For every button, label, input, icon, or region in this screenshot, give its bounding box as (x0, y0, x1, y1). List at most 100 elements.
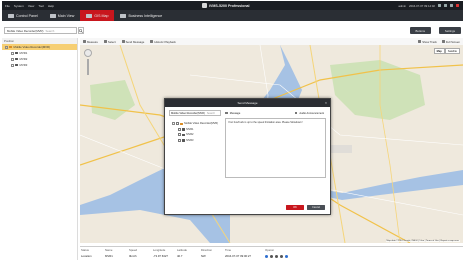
tree-item-mvr3[interactable]: MVR3 (2, 62, 77, 68)
map-toolbar: Measure Select Send Message Historic Pla… (80, 38, 463, 45)
select-tool[interactable]: Select (103, 39, 116, 44)
dialog-body: Mobile Video Recorder(MVR) Search Mobile… (169, 110, 326, 201)
col-direction: Direction (201, 248, 213, 252)
zoom-slider[interactable] (87, 59, 89, 75)
expand-icon[interactable] (11, 51, 14, 55)
live-view-icon[interactable] (270, 254, 273, 258)
menu-help[interactable]: Help (48, 4, 54, 8)
map-pin-icon (86, 13, 93, 18)
checkbox[interactable] (294, 111, 298, 115)
tab-main-view[interactable]: Main View (44, 10, 81, 21)
cell-speed: 0km/h (129, 254, 137, 258)
send-message-tool[interactable]: Send Message (121, 39, 145, 44)
vehicle-icon (181, 133, 185, 136)
tree-label: MVR1 (186, 127, 194, 131)
tab-label: GIS Map (94, 13, 109, 18)
search-button[interactable] (78, 27, 84, 34)
cell-time: 2016-07-07 09:00:27 (225, 254, 251, 258)
col-time: Time (225, 248, 232, 252)
collapse-icon[interactable] (5, 45, 8, 49)
audio-announcement-option[interactable]: Audio Announcement (294, 111, 324, 115)
expand-icon[interactable] (11, 57, 14, 61)
folder-icon (179, 122, 183, 125)
message-icon[interactable] (280, 254, 283, 258)
message-icon (121, 40, 125, 43)
map-type-map[interactable]: Map (433, 48, 445, 54)
device-tree-panel: Position Mobile Video Recorder(MVR) MVR1… (2, 38, 78, 260)
checkbox[interactable] (178, 127, 181, 131)
checkbox[interactable] (178, 133, 181, 137)
message-type-options: Message Audio Announcement (225, 110, 326, 116)
menu-tool[interactable]: Tool (38, 4, 44, 8)
dialog-device-combo[interactable]: Mobile Video Recorder(MVR) Search (169, 110, 221, 116)
tab-gis-map[interactable]: GIS Map (80, 10, 115, 21)
tool-label: Send Message (125, 39, 145, 44)
dialog-title-bar: Send Message × (165, 99, 330, 107)
full-screen-button[interactable]: Full Screen (441, 40, 460, 44)
tab-control-panel[interactable]: Control Panel (2, 10, 44, 21)
dialog-tree-mvr3[interactable]: MVR3 (169, 138, 221, 144)
message-option[interactable]: Message (225, 112, 240, 115)
collapse-icon[interactable] (172, 122, 175, 126)
close-icon[interactable] (456, 4, 459, 7)
playback-icon[interactable] (275, 254, 278, 258)
device-type-combo[interactable]: Mobile Video Recorder(MVR) Search (4, 27, 77, 34)
app-title-text: iVMS-5200 Professional (209, 3, 250, 8)
dialog-title: Send Message (237, 101, 258, 105)
tab-label: Control Panel (16, 13, 38, 18)
cell-operations (264, 254, 288, 258)
menu-bar: File System View Tool Help (5, 4, 54, 8)
grid-icon (8, 13, 14, 18)
dialog-close-icon[interactable]: × (325, 101, 327, 106)
tool-label: Measure (87, 39, 98, 44)
historic-playback-tool[interactable]: Historic Playback (150, 40, 176, 44)
show-track-toggle[interactable]: Show Track (418, 40, 437, 44)
checkbox[interactable] (225, 111, 228, 115)
tab-business-intelligence[interactable]: Business Intelligence (114, 10, 168, 21)
expand-icon[interactable] (11, 63, 14, 67)
tree-label: MVR3 (19, 63, 28, 67)
tab-label: Main View (57, 13, 75, 18)
vehicle-icon (15, 57, 18, 61)
menu-file[interactable]: File (5, 4, 10, 8)
tool-label: Select (107, 39, 116, 44)
cancel-button[interactable]: Cancel (307, 204, 325, 210)
vehicle-icon (15, 63, 18, 67)
cell-latitude: 40.7 (177, 254, 183, 258)
col-status: Status (81, 248, 89, 252)
menu-view[interactable]: View (28, 4, 34, 8)
history-icon (150, 40, 154, 43)
search-placeholder: Search (45, 28, 55, 33)
measure-tool[interactable]: Measure (83, 40, 98, 44)
settings-button[interactable]: Settings (438, 27, 461, 34)
module-tabs: Control Panel Main View GIS Map Business… (2, 10, 463, 21)
maximize-icon[interactable] (450, 4, 453, 7)
menu-system[interactable]: System (14, 4, 24, 8)
checkbox[interactable] (176, 122, 179, 126)
tree-label: Mobile Video Recorder(MVR) (184, 122, 219, 126)
user-name[interactable]: admin (398, 4, 406, 8)
checkbox[interactable] (178, 138, 181, 142)
camera-icon (49, 13, 56, 18)
tree-label: MVR2 (186, 133, 194, 137)
track-icon[interactable] (285, 254, 288, 258)
buttons-button[interactable]: Buttons (409, 27, 431, 34)
vehicle-status-table: Status Name Speed Longitude Latitude Dir… (80, 246, 463, 260)
track-icon (418, 40, 422, 43)
tab-label: Business Intelligence (128, 13, 163, 18)
map-type-satellite[interactable]: Satellite (444, 48, 460, 54)
lock-icon[interactable] (438, 4, 441, 7)
app-logo-icon (202, 3, 207, 8)
minimize-icon[interactable] (444, 4, 447, 7)
pan-control[interactable] (84, 49, 92, 57)
option-label: Audio Announcement (299, 111, 324, 115)
bar-chart-icon (120, 13, 127, 18)
message-textarea[interactable]: Your bus/truck is up to the speed limita… (225, 118, 326, 178)
locate-icon[interactable] (265, 254, 268, 258)
send-message-dialog: Send Message × Mobile Video Recorder(MVR… (164, 98, 331, 215)
combo-value: Mobile Video Recorder(MVR) (7, 28, 44, 33)
table-row[interactable]: Location MVR1 0km/h -73.97 6327 40.7 NW … (80, 253, 463, 259)
ok-button[interactable]: OK (286, 204, 304, 210)
cell-direction: NW (201, 254, 206, 258)
user-area: admin 2016-07-07 09:14:02 (398, 1, 459, 10)
